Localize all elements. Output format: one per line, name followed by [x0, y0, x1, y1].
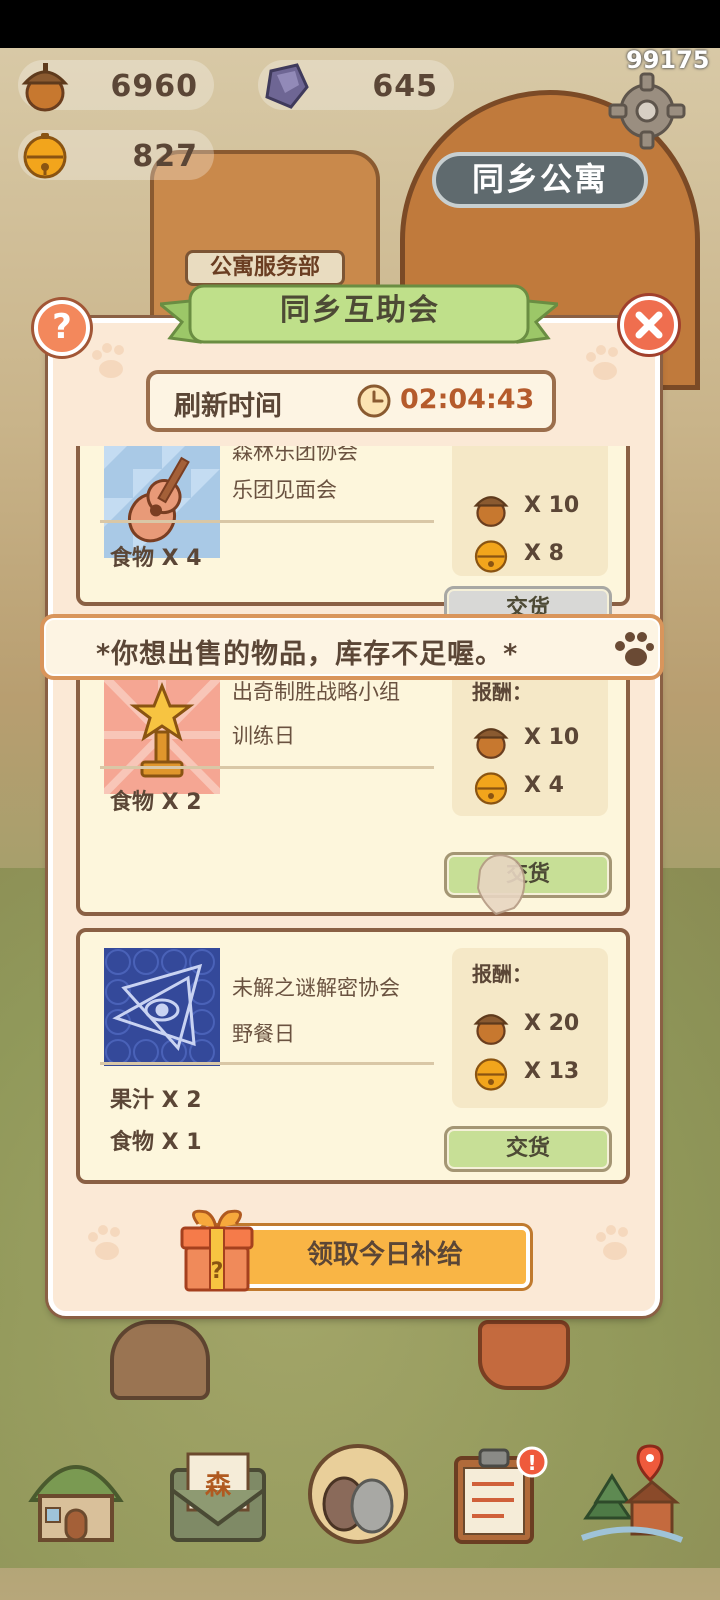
toast-message: *你想出售的物品，库存不足喔。* — [96, 639, 519, 670]
deliver-button[interactable]: 交货 — [444, 1126, 612, 1172]
paw-decoration-icon — [88, 1225, 120, 1260]
reward-box: X 10 X 8 — [452, 446, 608, 576]
bell-count: 827 — [132, 139, 198, 174]
task-board-icon: ! — [454, 1446, 548, 1544]
club-name: 森林乐团协会 — [232, 446, 358, 464]
clock-icon — [357, 384, 391, 418]
acorn-counter: 6960 — [18, 60, 214, 112]
svg-text:?: ? — [211, 1259, 224, 1284]
svg-text:!: ! — [527, 1451, 536, 1475]
event-name: 乐团见面会 — [232, 478, 337, 502]
refresh-label: 刷新时间 — [174, 391, 282, 422]
trophy-icon — [104, 676, 220, 794]
dialog-title: 同乡互助会 — [280, 293, 440, 328]
reward-title: 报酬： — [472, 680, 532, 704]
acorn-icon — [14, 54, 76, 116]
reward-box: 报酬： X 20 X 13 — [452, 948, 608, 1108]
acorn-icon — [473, 728, 509, 759]
paw-decoration-icon — [586, 345, 618, 380]
hometown-apartment-sign: 同乡公寓 — [432, 152, 648, 208]
bell-icon — [14, 124, 76, 186]
gift-box-icon[interactable]: ? — [176, 1206, 258, 1294]
close-icon — [635, 311, 663, 339]
event-name: 野餐日 — [232, 1022, 295, 1046]
map-icon — [580, 1444, 684, 1543]
basket — [478, 1320, 570, 1390]
status-bar — [0, 0, 720, 48]
request-list[interactable]: 森林乐团协会 乐团见面会 食物 X 4 X 10 X 8 交货 出奇制胜战略小组… — [74, 446, 634, 1196]
requirement-text: 果汁 X 2 — [110, 1088, 202, 1113]
acorn-count: 6960 — [110, 69, 198, 104]
request-card: 出奇制胜战略小组 训练日 食物 X 2 报酬： X 10 X 4 交货 — [76, 646, 630, 916]
mystery-eye-icon — [104, 948, 220, 1066]
mail-icon: 森 — [170, 1452, 266, 1542]
tap-hand-icon — [476, 854, 526, 916]
requirement-text: 食物 X 4 — [110, 546, 202, 571]
bell-counter: 827 — [18, 130, 214, 180]
gem-counter: 645 — [258, 60, 454, 110]
bell-icon — [474, 772, 508, 805]
mail-nav-button[interactable]: 森 — [164, 1440, 272, 1548]
help-button[interactable]: ? — [34, 300, 90, 356]
paw-decoration-icon — [596, 1225, 628, 1260]
event-name: 训练日 — [232, 724, 295, 748]
club-name: 出奇制胜战略小组 — [232, 680, 400, 704]
request-card: 未解之谜解密协会 野餐日 果汁 X 2 食物 X 1 报酬： X 20 X 13… — [76, 928, 630, 1184]
home-nav-button[interactable] — [22, 1440, 130, 1548]
close-button[interactable] — [620, 296, 678, 354]
refresh-countdown: 02:04:43 — [400, 384, 535, 415]
apartment-service-sign: 公寓服务部 — [185, 250, 345, 286]
gear-icon[interactable] — [606, 70, 688, 152]
friends-icon — [308, 1444, 408, 1544]
map-nav-button[interactable] — [578, 1440, 686, 1548]
question-mark-icon: ? — [52, 307, 72, 347]
refresh-timer: 刷新时间 02:04:43 — [146, 370, 556, 432]
paw-icon — [615, 632, 654, 666]
tasks-nav-button[interactable]: ! — [444, 1440, 552, 1548]
bell-icon — [474, 1058, 508, 1091]
acorn-icon — [473, 1014, 509, 1045]
house-icon — [28, 1465, 124, 1542]
reward-title: 报酬： — [472, 962, 532, 986]
request-card: 森林乐团协会 乐团见面会 食物 X 4 X 10 X 8 交货 — [76, 446, 630, 632]
gem-icon — [254, 54, 316, 116]
bell-icon — [474, 540, 508, 573]
requirement-text: 食物 X 1 — [110, 1130, 202, 1155]
tree-stump — [110, 1320, 210, 1400]
svg-text:森: 森 — [205, 1471, 232, 1501]
paw-decoration-icon — [92, 343, 124, 378]
friends-nav-button[interactable] — [304, 1440, 412, 1548]
reward-box: 报酬： X 10 X 4 — [452, 666, 608, 816]
club-name: 未解之谜解密协会 — [232, 976, 400, 1000]
requirement-text: 食物 X 2 — [110, 790, 202, 815]
acorn-icon — [473, 496, 509, 527]
insufficient-stock-toast: *你想出售的物品，库存不足喔。* — [40, 614, 664, 680]
gem-count: 645 — [372, 69, 438, 104]
